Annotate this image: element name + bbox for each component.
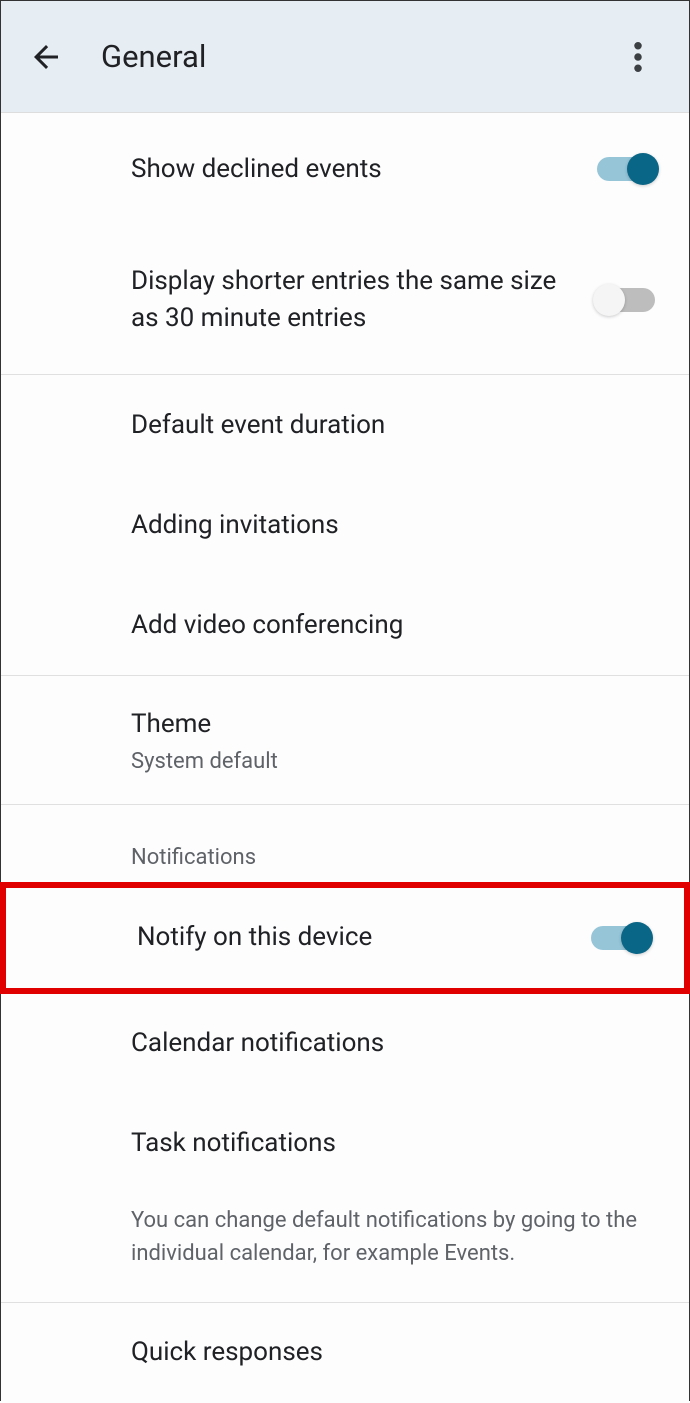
settings-content: Show declined events Display shorter ent… xyxy=(1,113,689,1403)
page-title: General xyxy=(101,38,206,75)
arrow-back-icon xyxy=(28,39,64,75)
display-section: Show declined events Display shorter ent… xyxy=(1,113,689,375)
theme-section: Theme System default xyxy=(1,676,689,804)
setting-label: Add video conferencing xyxy=(131,607,655,643)
more-options-button[interactable] xyxy=(613,32,663,82)
default-event-duration-item[interactable]: Default event duration xyxy=(1,375,689,475)
notify-on-device-toggle[interactable] xyxy=(591,926,649,950)
setting-label: Show declined events xyxy=(131,151,577,187)
setting-label: Quick responses xyxy=(131,1334,655,1370)
task-notifications-item[interactable]: Task notifications xyxy=(1,1094,689,1194)
show-declined-events-toggle[interactable] xyxy=(597,157,655,181)
notify-on-device-item[interactable]: Notify on this device xyxy=(6,888,684,988)
setting-label: Notify on this device xyxy=(137,919,571,955)
setting-label: Adding invitations xyxy=(131,507,655,543)
back-button[interactable] xyxy=(21,32,71,82)
section-footer: You can change default notifications by … xyxy=(1,1194,689,1302)
setting-label: Display shorter entries the same size as… xyxy=(131,263,577,336)
setting-label: Theme xyxy=(131,706,655,742)
add-video-conferencing-item[interactable]: Add video conferencing xyxy=(1,575,689,675)
setting-label: Default event duration xyxy=(131,407,655,443)
shorter-entries-item[interactable]: Display shorter entries the same size as… xyxy=(1,225,689,374)
events-section: Default event duration Adding invitation… xyxy=(1,375,689,676)
notifications-section: Notifications Notify on this device Cale… xyxy=(1,805,689,1303)
highlight-annotation: Notify on this device xyxy=(0,882,690,994)
more-vert-icon xyxy=(634,42,642,72)
calendar-notifications-item[interactable]: Calendar notifications xyxy=(1,994,689,1094)
setting-label: Calendar notifications xyxy=(131,1025,655,1061)
setting-label: Task notifications xyxy=(131,1125,655,1161)
shorter-entries-toggle[interactable] xyxy=(597,288,655,312)
setting-value: System default xyxy=(131,749,655,774)
section-header: Notifications xyxy=(1,805,689,882)
quick-responses-item[interactable]: Quick responses xyxy=(1,1303,689,1403)
theme-item[interactable]: Theme System default xyxy=(1,676,689,803)
quick-responses-section: Quick responses xyxy=(1,1303,689,1403)
show-declined-events-item[interactable]: Show declined events xyxy=(1,113,689,225)
adding-invitations-item[interactable]: Adding invitations xyxy=(1,475,689,575)
app-header: General xyxy=(1,1,689,113)
